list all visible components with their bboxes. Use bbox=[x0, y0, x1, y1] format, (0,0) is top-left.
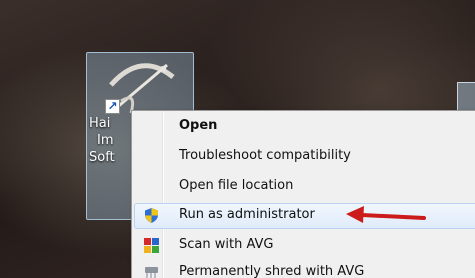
red-arrow-annotation bbox=[346, 206, 426, 223]
avg-icon bbox=[144, 238, 159, 253]
menu-item-label: Troubleshoot compatibility bbox=[179, 148, 351, 163]
menu-item-open-file-location[interactable]: Open file location bbox=[134, 174, 475, 200]
shortcut-arrow-icon: ↗ bbox=[105, 99, 120, 114]
menu-item-troubleshoot-compatibility[interactable]: Troubleshoot compatibility bbox=[134, 144, 475, 170]
desktop-background: ↗ Hai Im Soft Open Troubleshoot compatib… bbox=[0, 0, 475, 278]
shred-icon bbox=[145, 267, 158, 278]
context-menu: Open Troubleshoot compatibility Open fil… bbox=[131, 110, 475, 278]
menu-item-permanently-shred-with-avg[interactable]: Permanently shred with AVG bbox=[134, 260, 475, 278]
menu-item-open[interactable]: Open bbox=[134, 114, 475, 140]
shortcut-label-line: Im bbox=[97, 133, 114, 148]
uac-shield-icon bbox=[145, 208, 158, 223]
menu-item-label: Permanently shred with AVG bbox=[179, 264, 365, 278]
shortcut-label-line: Soft bbox=[89, 150, 115, 165]
shortcut-label: Hai Im Soft bbox=[89, 115, 129, 166]
menu-item-label: Scan with AVG bbox=[179, 237, 274, 252]
menu-item-label: Open file location bbox=[179, 178, 294, 193]
menu-item-scan-with-avg[interactable]: Scan with AVG bbox=[134, 233, 475, 259]
menu-item-label: Run as administrator bbox=[179, 207, 315, 222]
shortcut-label-line: Hai bbox=[89, 116, 111, 131]
menu-item-label: Open bbox=[179, 118, 218, 133]
